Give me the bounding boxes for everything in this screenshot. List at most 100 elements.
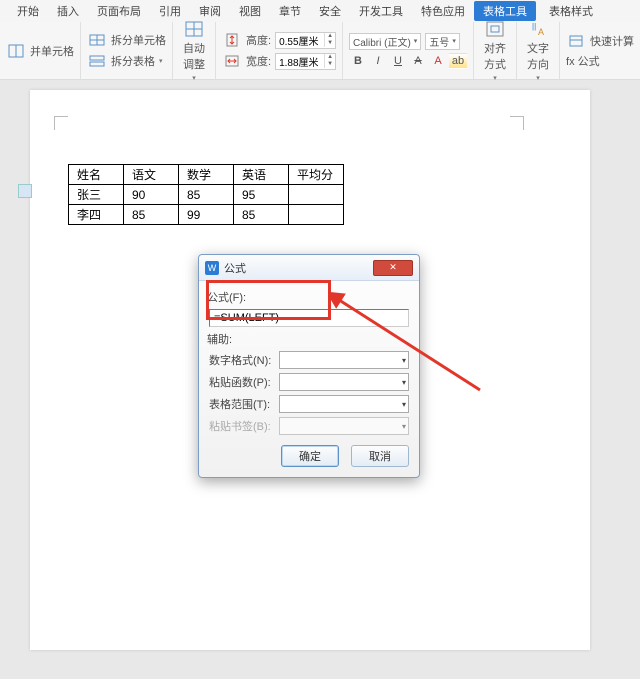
merge-cells-label: 并单元格	[30, 43, 74, 59]
table-row: 李四 85 99 85	[69, 205, 344, 225]
formula-dialog: W 公式 ✕ 公式(F): 辅助: 数字格式(N): ▾ 粘贴函数(P): ▾ …	[198, 254, 420, 478]
formula-button[interactable]: fx 公式	[566, 53, 634, 69]
dialog-title: 公式	[224, 260, 373, 276]
autofit-icon	[184, 20, 204, 38]
autofit-label: 自动调整	[183, 40, 205, 72]
menu-special-apps[interactable]: 特色应用	[412, 3, 474, 19]
menu-dev-tools[interactable]: 开发工具	[350, 3, 412, 19]
font-color-button[interactable]: A	[429, 53, 447, 69]
table-cell[interactable]: 李四	[69, 205, 124, 225]
strike-button[interactable]: A	[409, 53, 427, 69]
table-cell[interactable]: 99	[179, 205, 234, 225]
height-label: 高度:	[246, 32, 271, 48]
menu-view[interactable]: 视图	[230, 3, 270, 19]
ribbon-group-size: 高度: ▲▼ 宽度: ▲▼	[216, 22, 343, 79]
table-cell[interactable]	[289, 185, 344, 205]
table-header-cell[interactable]: 英语	[234, 165, 289, 185]
menu-security[interactable]: 安全	[310, 3, 350, 19]
width-spinner[interactable]: ▲▼	[275, 53, 336, 70]
width-icon	[222, 52, 242, 70]
close-button[interactable]: ✕	[373, 260, 413, 276]
table-header-cell[interactable]: 姓名	[69, 165, 124, 185]
menu-sections[interactable]: 章节	[270, 3, 310, 19]
split-table-button[interactable]: 拆分表格▾	[87, 52, 166, 70]
fast-calc-button[interactable]: 快速计算	[566, 32, 634, 50]
split-cells-button[interactable]: 拆分单元格	[87, 31, 166, 49]
merge-cells-icon	[6, 42, 26, 60]
italic-button[interactable]: I	[369, 53, 387, 69]
menu-table-style[interactable]: 表格样式	[540, 3, 602, 19]
table-header-row: 姓名 语文 数学 英语 平均分	[69, 165, 344, 185]
align-label: 对齐方式	[484, 40, 506, 72]
highlight-button[interactable]: ab	[449, 53, 467, 69]
menu-references[interactable]: 引用	[150, 3, 190, 19]
chevron-down-icon: ▾	[402, 356, 406, 365]
table-cell[interactable]	[289, 205, 344, 225]
ribbon-group-autofit: 自动调整▾	[173, 22, 216, 79]
num-format-label: 数字格式(N):	[209, 352, 275, 368]
page-corner-tr	[510, 116, 524, 130]
font-name-value: Calibri (正文)	[353, 34, 411, 49]
paste-bookmark-label: 粘贴书签(B):	[209, 418, 275, 434]
table-cell[interactable]: 85	[234, 205, 289, 225]
chevron-down-icon: ▾	[402, 422, 406, 431]
dialog-titlebar[interactable]: W 公式 ✕	[199, 255, 419, 281]
font-name-dropdown[interactable]: Calibri (正文)▾	[349, 33, 421, 50]
fast-calc-icon	[566, 32, 586, 50]
cancel-button[interactable]: 取消	[351, 445, 409, 467]
chevron-down-icon: ▾	[402, 400, 406, 409]
document-table[interactable]: 姓名 语文 数学 英语 平均分 张三 90 85 95 李四 85 99 85	[68, 164, 344, 225]
table-cell[interactable]: 张三	[69, 185, 124, 205]
height-icon	[222, 31, 242, 49]
table-header-cell[interactable]: 平均分	[289, 165, 344, 185]
table-cell[interactable]: 90	[124, 185, 179, 205]
menu-table-tools[interactable]: 表格工具	[474, 1, 536, 21]
fast-calc-label: 快速计算	[590, 33, 634, 49]
merge-cells-button[interactable]: 并单元格	[6, 42, 74, 60]
font-size-dropdown[interactable]: 五号▾	[425, 33, 460, 50]
width-label: 宽度:	[246, 53, 271, 69]
height-input[interactable]	[276, 35, 324, 46]
ribbon-group-merge: 并单元格	[0, 22, 81, 79]
paste-func-label: 粘贴函数(P):	[209, 374, 275, 390]
align-button[interactable]: 对齐方式▾	[480, 20, 510, 82]
table-header-cell[interactable]: 数学	[179, 165, 234, 185]
menu-page-layout[interactable]: 页面布局	[88, 3, 150, 19]
app-icon: W	[205, 261, 219, 275]
menu-review[interactable]: 审阅	[190, 3, 230, 19]
table-header-cell[interactable]: 语文	[124, 165, 179, 185]
num-format-combo[interactable]: ▾	[279, 351, 409, 369]
split-cells-label: 拆分单元格	[111, 32, 166, 48]
paste-func-combo[interactable]: ▾	[279, 373, 409, 391]
table-cell[interactable]: 85	[179, 185, 234, 205]
text-dir-button[interactable]: ||A 文字方向▾	[523, 20, 553, 82]
chevron-down-icon: ▾	[402, 378, 406, 387]
ribbon-group-align: 对齐方式▾	[474, 22, 517, 79]
menu-insert[interactable]: 插入	[48, 3, 88, 19]
page-corner-tl	[54, 116, 68, 130]
menu-start[interactable]: 开始	[8, 3, 48, 19]
ribbon: 并单元格 拆分单元格 拆分表格▾ 自动调整▾ 高度: ▲▼	[0, 22, 640, 80]
autofit-button[interactable]: 自动调整▾	[179, 20, 209, 82]
page-side-icon	[18, 184, 32, 198]
ok-button[interactable]: 确定	[281, 445, 339, 467]
dialog-body: 公式(F): 辅助: 数字格式(N): ▾ 粘贴函数(P): ▾ 表格范围(T)…	[199, 281, 419, 477]
split-cells-icon	[87, 31, 107, 49]
bold-button[interactable]: B	[349, 53, 367, 69]
table-row: 张三 90 85 95	[69, 185, 344, 205]
table-cell[interactable]: 85	[124, 205, 179, 225]
assist-section-label: 辅助:	[207, 331, 409, 347]
height-spinner[interactable]: ▲▼	[275, 32, 336, 49]
table-cell[interactable]: 95	[234, 185, 289, 205]
align-icon	[485, 20, 505, 38]
underline-button[interactable]: U	[389, 53, 407, 69]
table-range-combo[interactable]: ▾	[279, 395, 409, 413]
font-size-value: 五号	[429, 34, 449, 49]
ribbon-group-textdir: ||A 文字方向▾	[517, 22, 560, 79]
split-table-icon	[87, 52, 107, 70]
split-table-label: 拆分表格	[111, 53, 155, 69]
svg-text:A: A	[538, 27, 544, 37]
formula-input[interactable]	[209, 309, 409, 327]
width-input[interactable]	[276, 56, 324, 67]
close-icon: ✕	[389, 262, 397, 273]
